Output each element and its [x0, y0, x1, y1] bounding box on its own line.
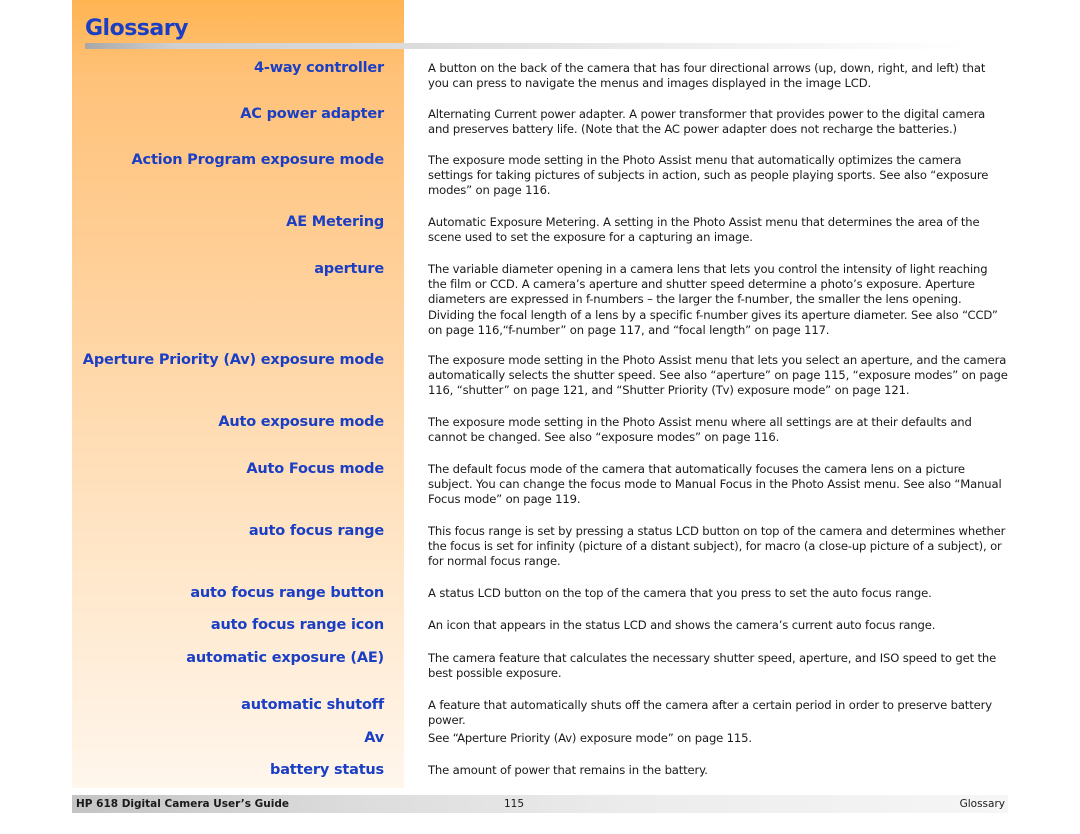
glossary-definition: The camera feature that calculates the n…: [428, 651, 997, 681]
glossary-term: Auto Focus mode: [246, 461, 384, 477]
page-footer: HP 618 Digital Camera User’s Guide 115 G…: [72, 795, 1008, 813]
glossary-term: aperture: [314, 261, 384, 277]
glossary-definition: A button on the back of the camera that …: [428, 61, 986, 91]
glossary-term: automatic exposure (AE): [186, 650, 384, 666]
glossary-term: AC power adapter: [240, 106, 384, 122]
glossary-definition: The amount of power that remains in the …: [428, 763, 708, 777]
glossary-term: Av: [364, 730, 384, 746]
glossary-definition: The exposure mode setting in the Photo A…: [428, 415, 972, 445]
glossary-term: automatic shutoff: [241, 697, 384, 713]
glossary-term: Auto exposure mode: [218, 414, 384, 430]
glossary-definition: An icon that appears in the status LCD a…: [428, 618, 936, 632]
glossary-term: 4-way controller: [254, 60, 384, 76]
glossary-definition: The default focus mode of the camera tha…: [428, 462, 1002, 507]
glossary-definition: The exposure mode setting in the Photo A…: [428, 153, 989, 198]
page-title: Glossary: [85, 16, 188, 41]
glossary-term: Aperture Priority (Av) exposure mode: [82, 352, 384, 368]
glossary-term: auto focus range icon: [210, 617, 384, 633]
glossary-term: auto focus range button: [190, 585, 384, 601]
glossary-term: battery status: [270, 762, 384, 778]
glossary-term: Action Program exposure mode: [131, 152, 385, 168]
glossary-term: AE Metering: [286, 214, 384, 230]
glossary-definition: Alternating Current power adapter. A pow…: [428, 107, 986, 137]
glossary-definition: The exposure mode setting in the Photo A…: [428, 353, 1008, 398]
footer-page-number: 115: [504, 798, 525, 810]
glossary-definition: See “Aperture Priority (Av) exposure mod…: [428, 731, 752, 745]
footer-section: Glossary: [959, 798, 1005, 810]
glossary-definition: This focus range is set by pressing a st…: [428, 524, 1006, 569]
glossary-term: auto focus range: [248, 523, 384, 539]
glossary-definition: A feature that automatically shuts off t…: [428, 698, 992, 728]
glossary-definition: The variable diameter opening in a camer…: [428, 262, 998, 337]
glossary-definition: Automatic Exposure Metering. A setting i…: [428, 215, 980, 245]
glossary-definition: A status LCD button on the top of the ca…: [428, 586, 932, 600]
footer-guide-title: HP 618 Digital Camera User’s Guide: [76, 798, 290, 810]
title-rule: [85, 43, 965, 49]
